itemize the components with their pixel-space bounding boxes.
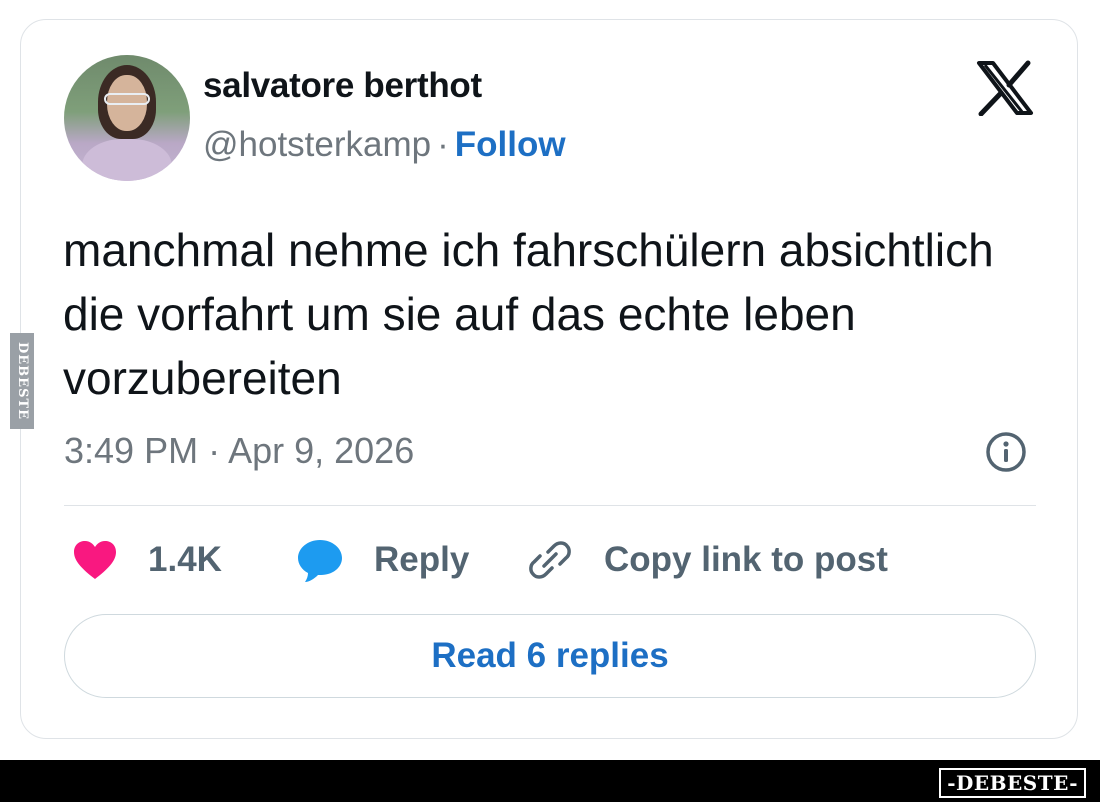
author-handle-row: @hotsterkamp · Follow bbox=[203, 125, 566, 165]
read-replies-button[interactable]: Read 6 replies bbox=[64, 614, 1036, 698]
avatar-glasses bbox=[104, 93, 150, 105]
author-name[interactable]: salvatore berthot bbox=[203, 66, 482, 106]
follow-button[interactable]: Follow bbox=[455, 125, 566, 164]
post-text: manchmal nehme ich fahrschülern absichtl… bbox=[63, 224, 994, 404]
heart-icon bbox=[74, 541, 116, 579]
author-avatar[interactable] bbox=[64, 55, 190, 181]
copy-link-label: Copy link to post bbox=[604, 540, 888, 579]
post-timestamp[interactable]: 3:49 PM · Apr 9, 2026 bbox=[64, 430, 414, 472]
reply-label: Reply bbox=[374, 540, 470, 579]
like-count: 1.4K bbox=[148, 540, 222, 579]
divider bbox=[64, 505, 1036, 506]
info-icon[interactable] bbox=[985, 431, 1027, 473]
separator-dot: · bbox=[437, 125, 449, 164]
link-icon bbox=[529, 541, 571, 579]
side-watermark: DEBESTE bbox=[10, 333, 34, 429]
copy-link-button[interactable]: Copy link to post bbox=[528, 536, 888, 584]
x-logo-icon[interactable] bbox=[975, 60, 1035, 116]
reply-bubble-icon bbox=[298, 540, 342, 582]
like-button[interactable]: 1.4K bbox=[72, 536, 222, 584]
footer-watermark-logo: -DEBESTE- bbox=[939, 768, 1086, 798]
footer-bar: -DEBESTE- bbox=[0, 760, 1100, 802]
reply-button[interactable]: Reply bbox=[296, 536, 469, 584]
avatar-body bbox=[82, 139, 172, 181]
author-handle[interactable]: @hotsterkamp bbox=[203, 125, 431, 164]
